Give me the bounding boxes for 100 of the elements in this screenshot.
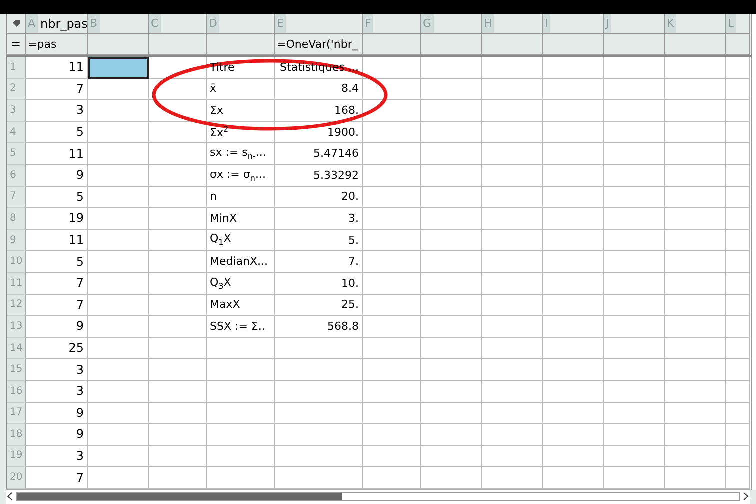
table-cell[interactable]: 9 xyxy=(26,316,88,338)
table-cell[interactable] xyxy=(149,424,207,446)
column-letter[interactable]: G xyxy=(421,14,434,33)
table-cell[interactable] xyxy=(88,338,149,360)
table-cell[interactable] xyxy=(88,446,149,468)
table-cell[interactable]: 3 xyxy=(26,100,88,122)
formula-cell[interactable]: =pas xyxy=(26,34,88,55)
scroll-right-icon[interactable] xyxy=(742,492,750,502)
formula-cell[interactable] xyxy=(726,34,750,55)
column-letter[interactable]: E xyxy=(275,14,286,33)
table-cell[interactable] xyxy=(665,424,726,446)
row-number[interactable]: 20 xyxy=(7,467,26,489)
table-cell[interactable] xyxy=(421,164,482,187)
table-cell[interactable] xyxy=(207,467,275,489)
table-cell[interactable] xyxy=(543,78,604,100)
table-cell[interactable] xyxy=(604,208,665,230)
table-cell[interactable] xyxy=(726,338,750,360)
table-cell[interactable] xyxy=(482,122,543,144)
table-cell[interactable] xyxy=(665,143,726,165)
table-cell[interactable] xyxy=(665,294,726,316)
table-cell[interactable] xyxy=(482,316,543,338)
formula-cell[interactable] xyxy=(88,34,149,55)
table-cell[interactable] xyxy=(482,143,543,165)
column-letter[interactable]: L xyxy=(726,14,736,33)
table-cell[interactable] xyxy=(482,294,543,316)
table-cell[interactable]: 25 xyxy=(26,338,88,360)
table-cell[interactable] xyxy=(726,78,750,100)
formula-cell[interactable] xyxy=(665,34,726,55)
table-cell[interactable] xyxy=(149,186,207,208)
table-cell[interactable] xyxy=(88,186,149,208)
table-cell[interactable] xyxy=(275,402,363,424)
table-cell[interactable]: 3 xyxy=(26,446,88,468)
table-cell[interactable] xyxy=(207,380,275,402)
table-cell[interactable] xyxy=(604,100,665,122)
table-cell[interactable] xyxy=(482,164,543,187)
table-cell[interactable] xyxy=(88,272,149,295)
formula-cell[interactable]: =OneVar('nbr_ xyxy=(275,34,363,55)
table-cell[interactable] xyxy=(275,467,363,489)
row-number[interactable]: 11 xyxy=(7,272,26,295)
table-cell[interactable] xyxy=(726,380,750,402)
table-cell[interactable] xyxy=(726,402,750,424)
table-cell[interactable] xyxy=(543,424,604,446)
table-cell[interactable] xyxy=(421,316,482,338)
table-cell[interactable] xyxy=(543,359,604,381)
table-cell[interactable] xyxy=(88,230,149,252)
table-cell[interactable] xyxy=(421,467,482,489)
table-cell[interactable] xyxy=(207,446,275,468)
table-cell[interactable] xyxy=(149,359,207,381)
row-number[interactable]: 12 xyxy=(7,294,26,316)
table-cell[interactable] xyxy=(482,467,543,489)
row-number[interactable]: 4 xyxy=(7,122,26,144)
table-cell[interactable] xyxy=(149,446,207,468)
table-cell[interactable] xyxy=(275,338,363,360)
table-cell[interactable] xyxy=(665,446,726,468)
table-cell[interactable] xyxy=(482,78,543,100)
row-number[interactable]: 9 xyxy=(7,230,26,252)
table-cell[interactable] xyxy=(543,272,604,295)
table-cell[interactable] xyxy=(363,230,421,252)
horizontal-scrollbar[interactable] xyxy=(16,492,740,502)
table-cell[interactable] xyxy=(726,424,750,446)
table-cell[interactable] xyxy=(149,230,207,252)
table-cell[interactable] xyxy=(543,186,604,208)
vertical-scrollbar[interactable] xyxy=(751,14,756,490)
table-cell[interactable] xyxy=(543,251,604,273)
row-number[interactable]: 10 xyxy=(7,251,26,273)
table-cell[interactable] xyxy=(665,100,726,122)
scroll-left-icon[interactable] xyxy=(6,492,14,502)
formula-cell[interactable] xyxy=(482,34,543,55)
table-cell[interactable] xyxy=(363,251,421,273)
table-cell[interactable]: 5 xyxy=(26,186,88,208)
table-cell[interactable] xyxy=(88,57,149,79)
table-cell[interactable] xyxy=(543,316,604,338)
table-cell[interactable] xyxy=(421,251,482,273)
table-cell[interactable] xyxy=(482,186,543,208)
table-cell[interactable] xyxy=(207,359,275,381)
table-cell[interactable] xyxy=(421,272,482,295)
formula-cell[interactable] xyxy=(363,34,421,55)
table-cell[interactable] xyxy=(665,402,726,424)
column-letter[interactable]: I xyxy=(543,14,550,33)
row-number[interactable]: 13 xyxy=(7,316,26,338)
table-cell[interactable] xyxy=(726,208,750,230)
table-cell[interactable]: 7 xyxy=(26,272,88,295)
table-cell[interactable] xyxy=(604,338,665,360)
table-cell[interactable] xyxy=(604,186,665,208)
table-cell[interactable] xyxy=(604,143,665,165)
column-letter[interactable]: J xyxy=(604,14,612,33)
table-cell[interactable] xyxy=(726,57,750,79)
table-cell[interactable] xyxy=(482,424,543,446)
table-cell[interactable] xyxy=(363,467,421,489)
table-cell[interactable] xyxy=(726,230,750,252)
table-cell[interactable] xyxy=(543,467,604,489)
table-cell[interactable] xyxy=(604,251,665,273)
table-cell[interactable] xyxy=(482,272,543,295)
table-cell[interactable] xyxy=(363,316,421,338)
table-cell[interactable] xyxy=(421,100,482,122)
table-cell[interactable] xyxy=(543,122,604,144)
table-cell[interactable]: 7 xyxy=(26,467,88,489)
table-cell[interactable] xyxy=(363,143,421,165)
table-cell[interactable] xyxy=(665,208,726,230)
formula-cell[interactable] xyxy=(207,34,275,55)
